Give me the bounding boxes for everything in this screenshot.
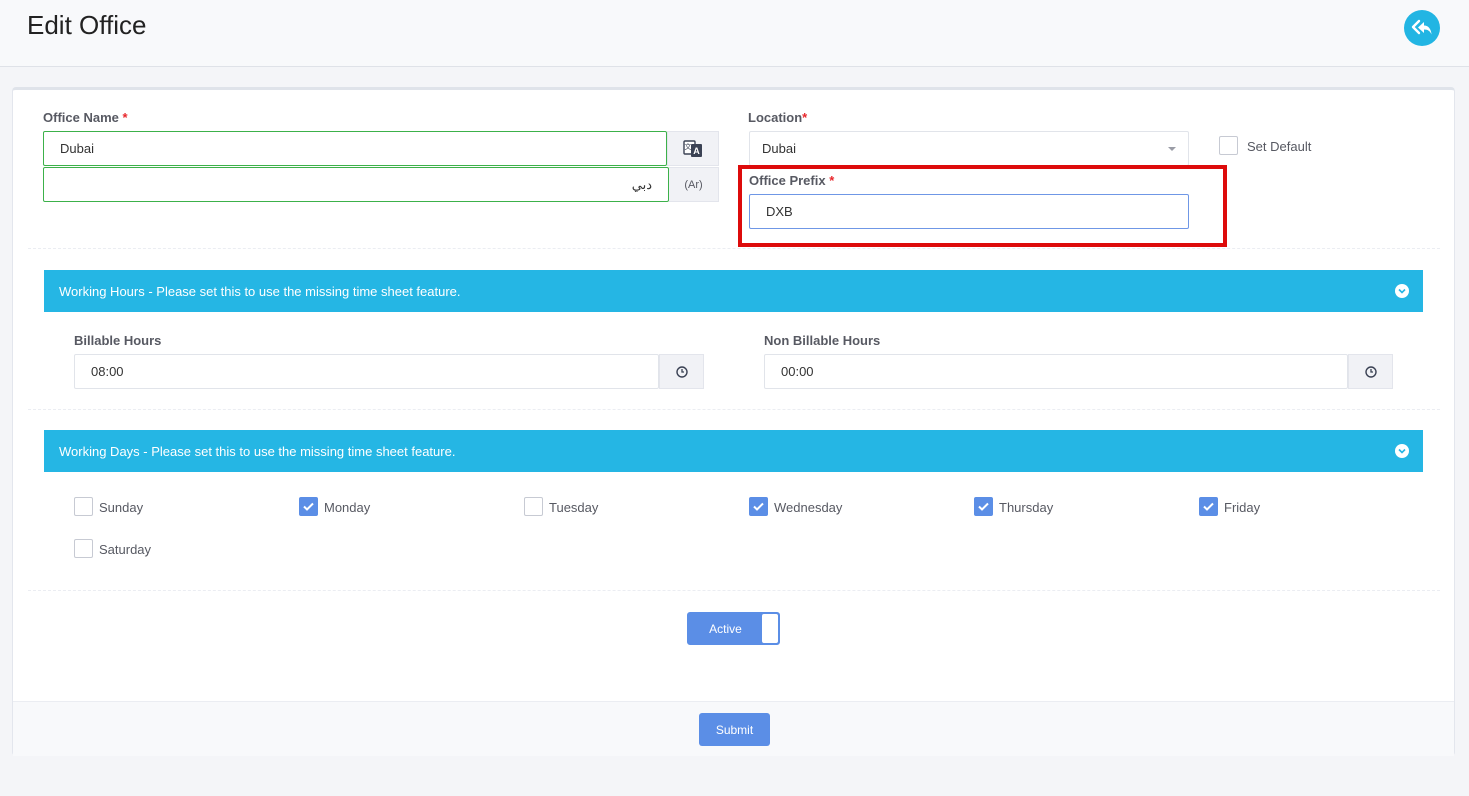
day-label-thursday: Thursday xyxy=(999,500,1054,515)
required-mark: * xyxy=(122,110,128,125)
page-header: Edit Office xyxy=(0,0,1469,67)
day-label-wednesday: Wednesday xyxy=(774,500,843,515)
day-label-monday: Monday xyxy=(324,500,371,515)
check-icon xyxy=(978,502,989,511)
highlight-box xyxy=(738,165,1227,247)
chevron-down-icon xyxy=(1395,284,1409,298)
clock-icon xyxy=(675,365,688,378)
active-toggle[interactable]: Active xyxy=(687,612,780,645)
day-checkbox-monday[interactable] xyxy=(299,497,318,516)
divider xyxy=(28,409,1440,410)
day-label-sunday: Sunday xyxy=(99,500,144,515)
billable-hours-input[interactable]: 08:00 xyxy=(74,354,659,389)
active-toggle-label: Active xyxy=(709,621,742,636)
day-label-friday: Friday xyxy=(1224,500,1261,515)
clock-icon xyxy=(1364,365,1377,378)
office-name-ar-input[interactable]: دبي xyxy=(43,167,669,202)
working-days-banner[interactable]: Working Days - Please set this to use th… xyxy=(44,430,1423,472)
check-icon xyxy=(1203,502,1214,511)
location-select[interactable]: Dubai xyxy=(749,131,1189,166)
set-default-checkbox[interactable] xyxy=(1219,136,1238,155)
page-title: Edit Office xyxy=(27,10,147,40)
check-icon xyxy=(303,502,314,511)
form-footer: Submit xyxy=(13,701,1454,756)
day-checkbox-sunday[interactable] xyxy=(74,497,93,516)
toggle-knob xyxy=(762,614,778,643)
non-billable-time-picker-button[interactable] xyxy=(1348,354,1393,389)
arabic-addon: (Ar) xyxy=(669,167,719,202)
non-billable-hours-input[interactable]: 00:00 xyxy=(764,354,1348,389)
billable-time-picker-button[interactable] xyxy=(659,354,704,389)
day-label-tuesday: Tuesday xyxy=(549,500,599,515)
back-button[interactable] xyxy=(1404,10,1440,46)
day-checkbox-wednesday[interactable] xyxy=(749,497,768,516)
office-name-input[interactable]: Dubai xyxy=(43,131,667,166)
office-name-label: Office Name * xyxy=(43,110,128,125)
required-mark: * xyxy=(802,110,808,125)
check-icon xyxy=(753,502,764,511)
billable-hours-label: Billable Hours xyxy=(74,333,162,348)
submit-button[interactable]: Submit xyxy=(699,713,770,746)
day-checkbox-friday[interactable] xyxy=(1199,497,1218,516)
day-checkbox-tuesday[interactable] xyxy=(524,497,543,516)
edit-office-form: Office Name * Dubai A 文 دبي (Ar) Locatio… xyxy=(12,87,1455,756)
day-label-saturday: Saturday xyxy=(99,542,152,557)
non-billable-hours-label: Non Billable Hours xyxy=(764,333,881,348)
reply-all-icon xyxy=(1411,19,1432,35)
day-checkbox-thursday[interactable] xyxy=(974,497,993,516)
chevron-down-icon xyxy=(1168,147,1176,151)
set-default-label: Set Default xyxy=(1247,139,1312,154)
day-checkbox-saturday[interactable] xyxy=(74,539,93,558)
working-hours-banner[interactable]: Working Hours - Please set this to use t… xyxy=(44,270,1423,312)
translate-icon: A 文 xyxy=(683,139,702,157)
divider xyxy=(28,590,1440,591)
divider xyxy=(28,248,1440,249)
svg-text:A: A xyxy=(693,146,700,156)
translate-button[interactable]: A 文 xyxy=(667,131,719,166)
location-label: Location* xyxy=(748,110,808,125)
chevron-down-icon xyxy=(1395,444,1409,458)
svg-text:文: 文 xyxy=(685,142,692,151)
